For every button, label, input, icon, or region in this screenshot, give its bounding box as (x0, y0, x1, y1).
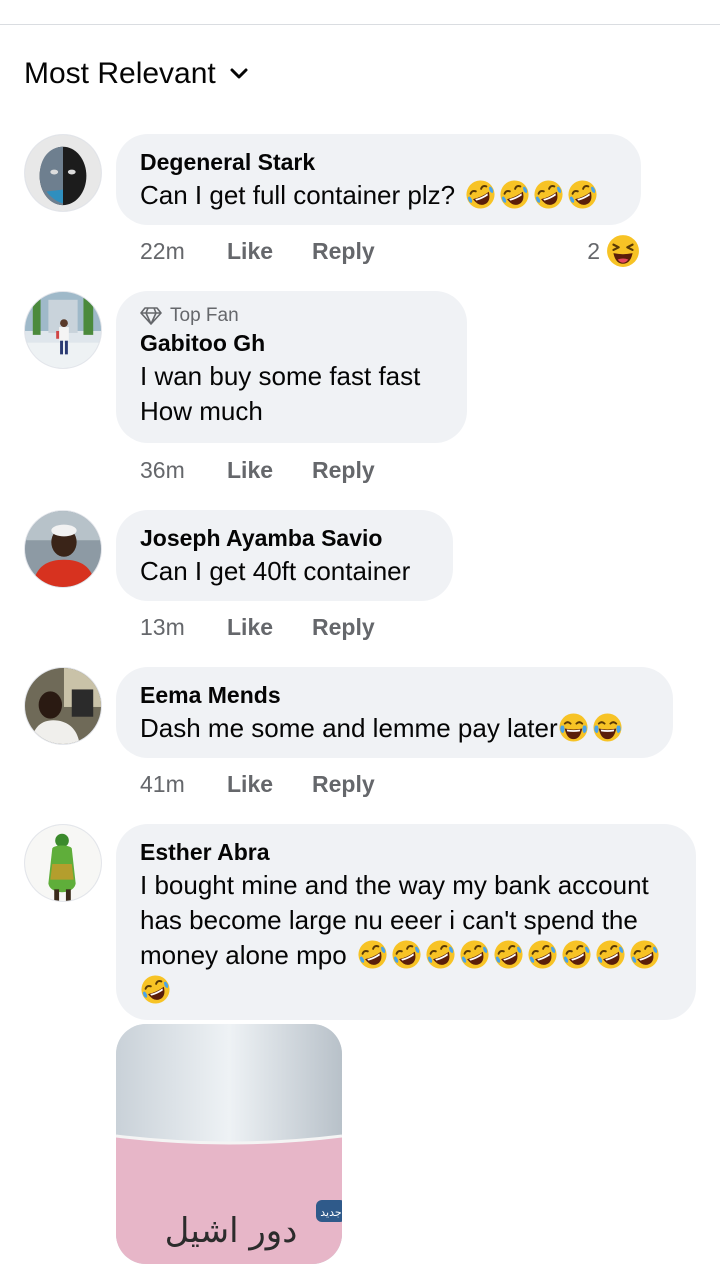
commenter-name[interactable]: Degeneral Stark (140, 148, 617, 176)
sort-dropdown[interactable]: Most Relevant (24, 56, 250, 92)
rofl-emoji (499, 179, 530, 210)
comment-image-attachment[interactable]: جديد دور اشيل (116, 1024, 342, 1264)
comment-bubble: Degeneral Stark Can I get full container… (116, 134, 641, 225)
rofl-emoji (595, 939, 626, 970)
joy-emoji (558, 712, 589, 743)
commenter-name[interactable]: Esther Abra (140, 838, 672, 866)
rofl-emoji (391, 939, 422, 970)
avatar[interactable] (24, 291, 102, 369)
laughing-squint-emoji (607, 235, 639, 267)
reply-button[interactable]: Reply (312, 238, 375, 265)
attachment-text: دور اشيل (165, 1211, 298, 1251)
reaction-count: 2 (587, 237, 600, 264)
rofl-emoji (567, 179, 598, 210)
comment-text: I wan buy some fast fast How much (140, 361, 421, 426)
badge-label: Top Fan (170, 305, 239, 326)
rofl-emoji (140, 974, 171, 1005)
like-button[interactable]: Like (227, 238, 312, 265)
reply-button[interactable]: Reply (312, 457, 375, 484)
commenter-name[interactable]: Eema Mends (140, 681, 649, 709)
comment-actions: 41m Like Reply (140, 771, 375, 798)
commenter-name[interactable]: Joseph Ayamba Savio (140, 524, 429, 552)
avatar[interactable] (24, 134, 102, 212)
avatar[interactable] (24, 510, 102, 588)
reply-button[interactable]: Reply (312, 771, 375, 798)
comment-bubble: Top Fan Gabitoo Gh I wan buy some fast f… (116, 291, 467, 443)
comment-time[interactable]: 22m (140, 238, 227, 265)
sort-label: Most Relevant (24, 57, 216, 90)
like-button[interactable]: Like (227, 457, 312, 484)
comment-text: Can I get 40ft container (140, 556, 411, 586)
rofl-emoji (357, 939, 388, 970)
comment-bubble: Esther Abra I bought mine and the way my… (116, 824, 696, 1020)
rofl-emoji (629, 939, 660, 970)
top-fan-badge: Top Fan (140, 305, 443, 327)
comment-time[interactable]: 41m (140, 771, 227, 798)
comment-actions: 22m Like Reply (140, 238, 375, 265)
attachment-badge: جديد (320, 1206, 341, 1219)
comment-text: Can I get full container plz? (140, 178, 617, 213)
rofl-emoji (493, 939, 524, 970)
rofl-emoji (561, 939, 592, 970)
top-divider (0, 24, 720, 25)
comment-bubble: Eema Mends Dash me some and lemme pay la… (116, 667, 673, 758)
avatar[interactable] (24, 667, 102, 745)
comment-time[interactable]: 36m (140, 457, 227, 484)
rofl-emoji (425, 939, 456, 970)
commenter-name[interactable]: Gabitoo Gh (140, 329, 443, 357)
like-button[interactable]: Like (227, 771, 312, 798)
rofl-emoji (459, 939, 490, 970)
like-button[interactable]: Like (227, 614, 312, 641)
diamond-icon (140, 307, 162, 325)
rofl-emoji (533, 179, 564, 210)
comment-actions: 36m Like Reply (140, 457, 375, 484)
avatar[interactable] (24, 824, 102, 902)
comment-text: Dash me some and lemme pay later (140, 711, 649, 746)
chevron-down-icon (230, 68, 248, 79)
comment-text: I bought mine and the way my bank accoun… (140, 868, 672, 1008)
joy-emoji (592, 712, 623, 743)
reaction-summary[interactable]: 2 (587, 234, 640, 268)
reply-button[interactable]: Reply (312, 614, 375, 641)
comment-bubble: Joseph Ayamba Savio Can I get 40ft conta… (116, 510, 453, 601)
rofl-emoji (527, 939, 558, 970)
comment-time[interactable]: 13m (140, 614, 227, 641)
comment-actions: 13m Like Reply (140, 614, 375, 641)
rofl-emoji (465, 179, 496, 210)
